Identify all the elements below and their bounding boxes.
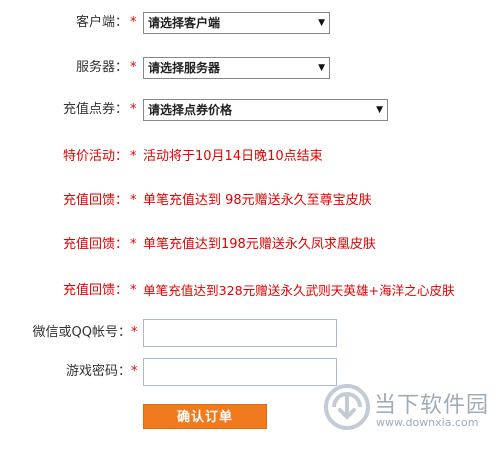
client-label: 客户端： (75, 15, 128, 30)
required-star: * (130, 193, 137, 208)
server-row: 服务器： * 请选择服务器 ▼ (0, 54, 500, 82)
reward-row: 充值回馈： * 单笔充值达到328元赠送永久武则天英雄+海洋之心皮肤 (0, 277, 500, 305)
reward-text: 单笔充值达到328元赠送永久武则天英雄+海洋之心皮肤 (143, 283, 455, 298)
reward-text: 单笔充值达到198元赠送永久凤求凰皮肤 (143, 237, 376, 252)
points-select[interactable]: 请选择点券价格 ▼ (143, 99, 388, 121)
promo-text: 活动将于10月14日晚10点结束 (143, 149, 323, 164)
required-star: * (130, 237, 137, 252)
required-star: * (131, 325, 138, 340)
required-star: * (130, 60, 137, 75)
server-label: 服务器： (75, 60, 128, 75)
promo-label: 特价活动： (62, 149, 128, 164)
required-star: * (130, 283, 137, 298)
required-star: * (130, 15, 137, 30)
required-star: * (130, 102, 137, 117)
promo-row: 特价活动： * 活动将于10月14日晚10点结束 (0, 143, 500, 171)
reward-label: 充值回馈： (62, 237, 128, 252)
password-label: 游戏密码： (65, 364, 131, 379)
password-input[interactable] (143, 358, 337, 386)
chevron-down-icon: ▼ (376, 105, 383, 115)
reward-label: 充值回馈： (62, 283, 128, 298)
account-label: 微信或QQ帐号： (32, 325, 131, 340)
points-label: 充值点券： (62, 102, 128, 117)
server-select-value: 请选择服务器 (148, 61, 221, 75)
confirm-order-button[interactable]: 确认订单 (143, 404, 267, 429)
client-select[interactable]: 请选择客户端 ▼ (143, 12, 330, 34)
reward-label: 充值回馈： (62, 193, 128, 208)
required-star: * (131, 364, 138, 379)
downxia-logo-icon (324, 384, 370, 430)
chevron-down-icon: ▼ (318, 18, 325, 28)
account-input[interactable] (143, 319, 337, 347)
server-select[interactable]: 请选择服务器 ▼ (143, 57, 330, 79)
reward-row: 充值回馈： * 单笔充值达到198元赠送永久凤求凰皮肤 (0, 231, 500, 259)
reward-text: 单笔充值达到 98元赠送永久至尊宝皮肤 (143, 193, 372, 208)
required-star: * (130, 149, 137, 164)
points-row: 充值点券： * 请选择点券价格 ▼ (0, 96, 500, 124)
watermark-title: 当下软件园 (374, 393, 490, 418)
client-select-value: 请选择客户端 (148, 16, 221, 30)
watermark: 当下软件园 www.downxia.com (322, 382, 490, 438)
client-row: 客户端： * 请选择客户端 ▼ (0, 9, 500, 37)
points-select-value: 请选择点券价格 (148, 103, 233, 117)
watermark-url: www.downxia.com (376, 416, 479, 429)
chevron-down-icon: ▼ (318, 63, 325, 73)
reward-row: 充值回馈： * 单笔充值达到 98元赠送永久至尊宝皮肤 (0, 187, 500, 215)
